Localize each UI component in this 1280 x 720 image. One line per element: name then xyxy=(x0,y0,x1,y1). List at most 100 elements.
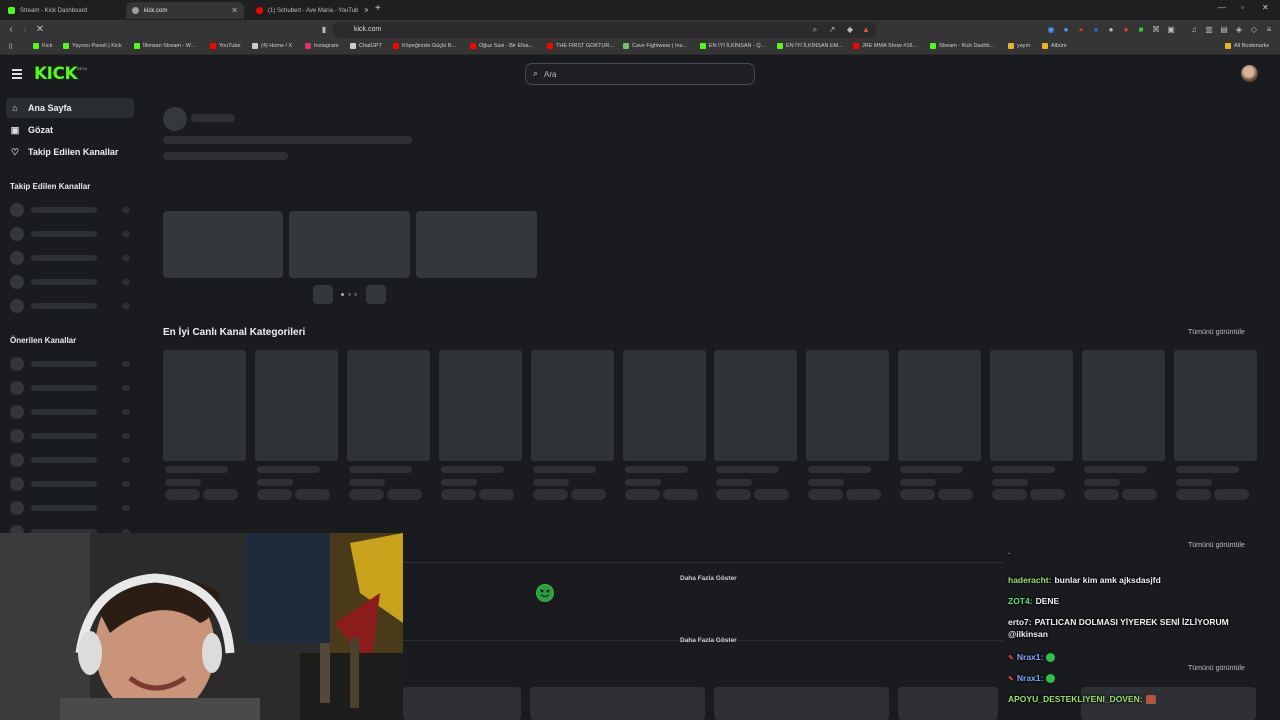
all-bookmarks-folder[interactable]: All Bookmarks xyxy=(1225,43,1269,49)
category-text-skeleton xyxy=(532,479,569,486)
sidebar-item-home[interactable]: ⌂ Ana Sayfa xyxy=(6,98,134,118)
extension-icon[interactable]: ● xyxy=(1121,25,1131,35)
bookmark-item[interactable]: EN İYİ İLKİNSAN EM... xyxy=(777,43,843,49)
badge-icon: ✎ xyxy=(1008,655,1014,662)
apps-grid-icon[interactable]: ⠿ xyxy=(8,43,13,51)
carousel-dot[interactable] xyxy=(354,293,357,296)
carousel-dot[interactable] xyxy=(348,293,351,296)
forward-icon[interactable]: › xyxy=(19,24,31,36)
chat-overlay: · haderacht: bunlar kim amk ajksdasjfd ZO… xyxy=(1004,552,1264,720)
browser-tab-bar: Stream - Kick Dashboard kick.com ✕ (1) S… xyxy=(0,0,1280,20)
bookmark-folder[interactable]: yayın xyxy=(1008,43,1030,49)
share-icon[interactable]: ↗ xyxy=(827,25,837,35)
search-box[interactable]: ⌕ xyxy=(525,63,755,85)
extension-icon[interactable]: ● xyxy=(1061,25,1071,35)
show-more-button[interactable]: Daha Fazla Göster xyxy=(680,575,737,582)
media-icon[interactable]: ♫ xyxy=(1189,25,1199,35)
chat-username[interactable]: haderacht: xyxy=(1008,575,1051,585)
close-tab-icon[interactable]: ✕ xyxy=(231,6,238,15)
browser-tab[interactable]: (1) Schubert - Ave Maria - YouTub ✕ xyxy=(250,2,368,19)
brave-shield-icon[interactable]: ◇ xyxy=(1249,25,1259,35)
carousel-next-button[interactable] xyxy=(366,285,386,304)
webcam-overlay xyxy=(0,533,403,720)
hamburger-menu-icon[interactable] xyxy=(12,69,22,79)
new-tab-icon[interactable]: + xyxy=(375,3,381,14)
close-window-icon[interactable]: ✕ xyxy=(1262,3,1269,12)
carousel-prev-button[interactable] xyxy=(313,285,333,304)
bookmark-item[interactable]: YouTube xyxy=(210,43,241,49)
bookmark-item[interactable]: Kick xyxy=(33,43,52,49)
category-text-skeleton xyxy=(256,466,320,473)
bookmark-item[interactable]: Instagram xyxy=(305,43,338,49)
channel-skeleton xyxy=(10,251,135,265)
bookmark-item[interactable]: (4) Home / X xyxy=(252,43,292,49)
address-bar[interactable]: kick.com xyxy=(332,22,877,38)
warning-icon[interactable]: ▲ xyxy=(861,25,871,35)
stop-loading-icon[interactable]: ✕ xyxy=(34,24,46,36)
extension-icon[interactable]: ● xyxy=(1076,25,1086,35)
chat-username[interactable]: ZOT4: xyxy=(1008,596,1033,606)
webcam-feed-image xyxy=(0,533,403,720)
category-card-skeleton xyxy=(438,350,522,461)
search-input[interactable] xyxy=(544,67,744,82)
wallet-icon[interactable]: ▤ xyxy=(1219,25,1229,35)
bookmark-item[interactable]: THE FIRST GOKTUR... xyxy=(547,43,614,49)
carousel-card-skeleton xyxy=(289,211,410,278)
category-card-skeleton xyxy=(806,350,890,461)
bookmark-item[interactable]: Oğuz Sasi - Bir Efsa... xyxy=(470,43,533,49)
zoom-icon[interactable]: ⌕ xyxy=(810,25,820,35)
sidebar-item-following[interactable]: ♡ Takip Edilen Kanallar xyxy=(6,142,134,162)
category-card-skeleton xyxy=(346,350,430,461)
category-text-skeleton xyxy=(440,479,477,486)
bookmark-item[interactable]: ChatGPT xyxy=(350,43,382,49)
channel-skeleton xyxy=(10,357,135,371)
bookmark-item[interactable]: İlkinsan Stream - W... xyxy=(134,43,195,49)
carousel-dot-active[interactable] xyxy=(341,293,344,296)
home-icon: ⌂ xyxy=(12,103,18,113)
chat-username[interactable]: erto7: xyxy=(1008,617,1032,627)
show-more-button[interactable]: Daha Fazla Göster xyxy=(680,637,737,644)
view-all-link[interactable]: Tümünü görüntüle xyxy=(1188,542,1245,549)
category-card-skeleton xyxy=(622,350,706,461)
minimize-icon[interactable]: — xyxy=(1218,3,1226,12)
extension-icon[interactable]: ● xyxy=(1091,25,1101,35)
screenshot-icon[interactable]: ▣ xyxy=(1166,25,1176,35)
bookmark-item[interactable]: JRE MMA Show #16... xyxy=(853,43,917,49)
kick-logo[interactable]: KICK xyxy=(34,64,78,84)
vpn-icon[interactable]: ◈ xyxy=(1234,25,1244,35)
bookmark-icon[interactable]: ▮ xyxy=(319,25,329,35)
tab-title: kick.com xyxy=(144,7,168,14)
category-text-skeleton xyxy=(165,479,201,486)
extension-icon[interactable]: ■ xyxy=(1136,25,1146,35)
url-text: kick.com xyxy=(354,26,382,33)
extension-icon[interactable]: ● xyxy=(1106,25,1116,35)
maximize-icon[interactable]: ▫ xyxy=(1241,3,1244,12)
bookmark-item[interactable]: EN İYİ İLKİNSAN - Q... xyxy=(700,43,765,49)
view-all-link[interactable]: Tümünü görüntüle xyxy=(1188,329,1245,336)
shield-icon[interactable]: ◆ xyxy=(845,25,855,35)
chat-username[interactable]: Nrax1: xyxy=(1017,673,1043,683)
emote-icon xyxy=(1046,674,1056,684)
bookmark-item[interactable]: Cave Fightwear | Ins... xyxy=(623,43,687,49)
category-tag-skeleton xyxy=(440,489,476,500)
close-tab-icon[interactable]: ✕ xyxy=(363,6,368,15)
chat-username[interactable]: Nrax1: xyxy=(1017,652,1043,662)
kick-emote-icon xyxy=(536,584,554,602)
bookmark-item[interactable]: Stream - Kick Dashb... xyxy=(930,43,994,49)
extension-icon[interactable]: ◉ xyxy=(1046,25,1056,35)
extensions-puzzle-icon[interactable]: ⌘ xyxy=(1151,25,1161,35)
menu-icon[interactable]: ≡ xyxy=(1264,25,1274,35)
chat-username[interactable]: APOYU_DESTEKLIYENI_DOVEN: xyxy=(1008,694,1143,704)
sidebar-item-browse[interactable]: ▣ Gözat xyxy=(6,120,134,140)
user-avatar[interactable] xyxy=(1241,65,1258,82)
channel-skeleton xyxy=(10,501,135,515)
bookmark-folder[interactable]: Albüm xyxy=(1042,43,1067,49)
bookmark-item[interactable]: Köpeğinizle Güçlü B... xyxy=(393,43,456,49)
browse-icon: ▣ xyxy=(10,124,20,135)
back-icon[interactable]: ‹ xyxy=(5,24,17,36)
bookmark-item[interactable]: Yayıncı Paneli | Kick xyxy=(63,43,122,49)
sidebar-icon[interactable]: ▥ xyxy=(1204,25,1214,35)
browser-tab[interactable]: Stream - Kick Dashboard xyxy=(2,2,122,19)
browser-tab-active[interactable]: kick.com ✕ xyxy=(126,2,244,19)
category-text-skeleton xyxy=(992,466,1056,473)
